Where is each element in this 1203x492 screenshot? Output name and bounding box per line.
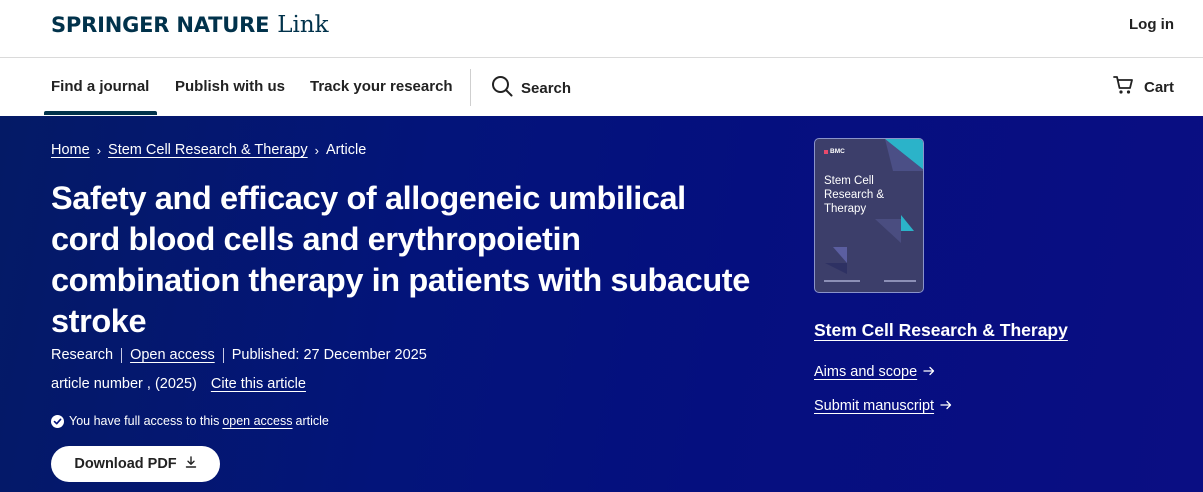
- open-access-link[interactable]: Open access: [130, 347, 215, 363]
- cart-label: Cart: [1143, 78, 1174, 96]
- nav-divider: [470, 69, 471, 106]
- meta-divider: [222, 347, 224, 363]
- download-icon: [185, 456, 197, 472]
- access-notice-text: You have full access to this: [69, 414, 220, 428]
- chevron-right-icon: ›: [96, 142, 102, 158]
- cover-title: Stem Cell Research & Therapy: [824, 175, 885, 215]
- cover-footer: [824, 280, 916, 282]
- cart-icon: [1113, 75, 1134, 99]
- nav-publish-with-us[interactable]: Publish with us: [175, 78, 285, 95]
- access-notice-suffix: article: [295, 414, 329, 428]
- springer-nature-link-logo[interactable]: SPRINGER NATURE Link: [51, 12, 329, 38]
- article-type: Research: [51, 347, 114, 363]
- published-date: Published: 27 December 2025: [231, 347, 427, 363]
- arrow-right-icon: [940, 398, 952, 414]
- main-nav: Find a journal Publish with us Track you…: [0, 59, 1203, 116]
- breadcrumb-home[interactable]: Home: [51, 142, 90, 158]
- access-notice-link[interactable]: open access: [222, 414, 292, 428]
- search-label: Search: [521, 79, 572, 97]
- arrow-right-icon: [923, 364, 935, 380]
- article-meta: Research Open access Published: 27 Decem…: [51, 347, 427, 363]
- bmc-logo-icon: [824, 149, 828, 154]
- breadcrumb-current: Article: [325, 142, 367, 158]
- download-pdf-label: Download PDF: [74, 456, 177, 472]
- article-hero: Home › Stem Cell Research & Therapy › Ar…: [0, 116, 1203, 492]
- journal-name-link[interactable]: Stem Cell Research & Therapy: [814, 320, 1068, 341]
- aims-and-scope-link[interactable]: Aims and scope: [814, 364, 935, 380]
- login-link[interactable]: Log in: [1129, 16, 1174, 33]
- article-number: article number , (2025): [51, 376, 197, 392]
- nav-find-a-journal[interactable]: Find a journal: [43, 78, 158, 115]
- access-notice: You have full access to this open access…: [51, 414, 329, 428]
- journal-cover[interactable]: BMC Stem Cell Research & Therapy: [814, 138, 924, 293]
- cover-publisher: BMC: [824, 148, 845, 155]
- download-pdf-button[interactable]: Download PDF: [51, 446, 220, 482]
- submit-manuscript-link[interactable]: Submit manuscript: [814, 398, 952, 414]
- logo-wordmark: SPRINGER NATURE: [51, 13, 270, 37]
- logo-link-text: Link: [277, 12, 329, 38]
- search-icon: [491, 75, 513, 101]
- submit-manuscript-label: Submit manuscript: [814, 398, 935, 414]
- check-circle-icon: [51, 414, 64, 428]
- search-button[interactable]: Search: [491, 75, 571, 101]
- article-title: Safety and efficacy of allogeneic umbili…: [51, 180, 750, 339]
- cite-this-article-link[interactable]: Cite this article: [211, 376, 306, 392]
- breadcrumb-journal[interactable]: Stem Cell Research & Therapy: [108, 142, 308, 158]
- chevron-right-icon: ›: [314, 142, 319, 158]
- nav-track-your-research[interactable]: Track your research: [310, 78, 453, 95]
- meta-divider: [121, 347, 123, 363]
- aims-and-scope-label: Aims and scope: [814, 364, 918, 380]
- top-header: SPRINGER NATURE Link Log in: [0, 0, 1203, 58]
- breadcrumb: Home › Stem Cell Research & Therapy › Ar…: [51, 142, 366, 158]
- cart-button[interactable]: Cart: [1113, 75, 1174, 99]
- article-citation-meta: article number , (2025) Cite this articl…: [51, 376, 306, 392]
